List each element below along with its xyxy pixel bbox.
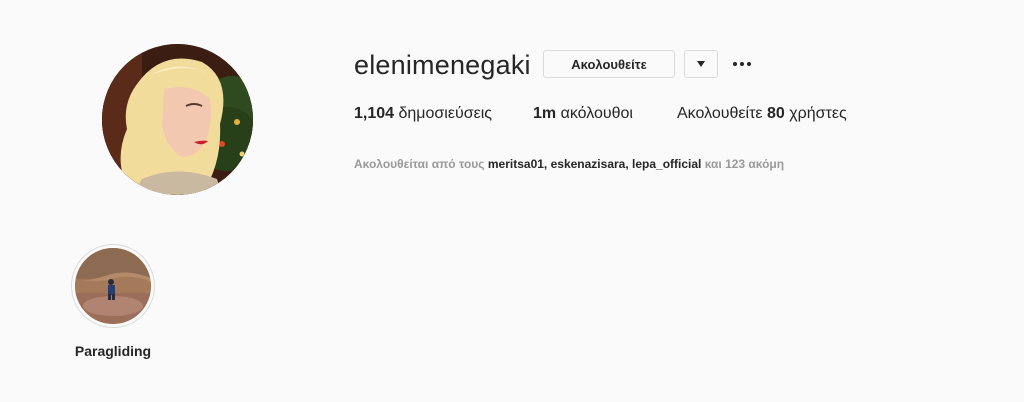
posts-count: 1,104 bbox=[354, 105, 395, 122]
following-count: 80 bbox=[766, 105, 785, 122]
suggestions-dropdown-button[interactable] bbox=[684, 50, 718, 78]
followed-by-prefix: Ακολουθείται από τους bbox=[354, 157, 485, 171]
followed-by-suffix: και 123 ακόμη bbox=[704, 157, 785, 171]
followed-by-user[interactable]: lepa_official bbox=[632, 157, 701, 171]
followers-count: 1m bbox=[533, 105, 557, 122]
highlight-label: Paragliding bbox=[74, 343, 152, 359]
more-options-button[interactable] bbox=[730, 54, 754, 74]
posts-label: δημοσιεύσεις bbox=[398, 105, 493, 122]
followers-label: ακόλουθοι bbox=[560, 105, 633, 122]
highlight-cover-image bbox=[75, 248, 151, 324]
ellipsis-icon bbox=[733, 62, 737, 66]
following-prefix: Ακολουθείτε bbox=[677, 105, 763, 122]
followed-by-text[interactable]: Ακολουθείται από τους meritsa01, eskenaz… bbox=[354, 157, 784, 171]
following-button[interactable]: Ακολουθείτε bbox=[543, 50, 675, 78]
profile-avatar[interactable] bbox=[102, 44, 253, 195]
following-stat[interactable]: Ακολουθείτε 80 χρήστες bbox=[677, 105, 847, 123]
highlight-ring bbox=[71, 244, 155, 328]
following-suffix: χρήστες bbox=[789, 105, 847, 122]
posts-stat: 1,104 δημοσιεύσεις bbox=[354, 105, 492, 123]
story-highlight[interactable]: Paragliding bbox=[70, 244, 156, 359]
triangle-down-icon bbox=[697, 61, 705, 67]
profile-username: elenimenegaki bbox=[354, 50, 531, 80]
followed-by-user[interactable]: eskenazisara bbox=[551, 157, 626, 171]
followed-by-user[interactable]: meritsa01 bbox=[488, 157, 544, 171]
followers-stat[interactable]: 1m ακόλουθοι bbox=[533, 105, 633, 123]
